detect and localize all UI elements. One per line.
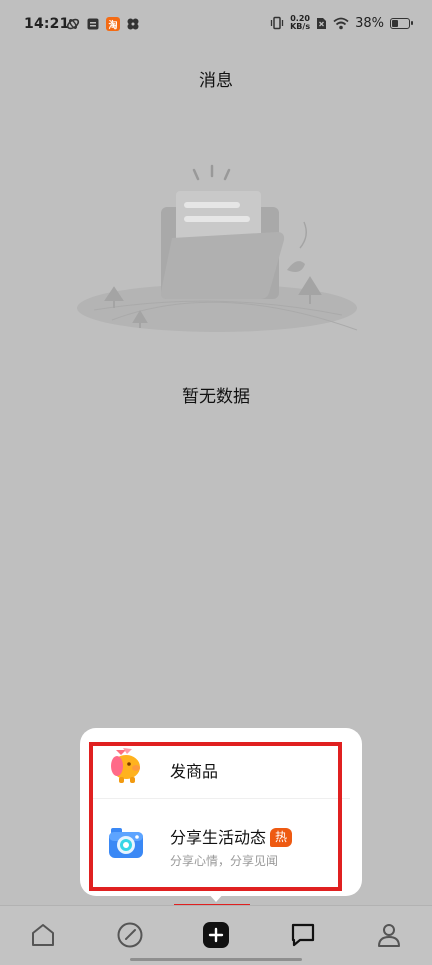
publish-popup-menu: 发商品 分享生活动态热 分享心情，分享见闻 [80,728,362,896]
network-speed: 0.20 KB/s [290,15,310,31]
share-life-title: 分享生活动态 [170,828,267,847]
hot-badge: 热 [270,828,293,847]
vibrate-icon [270,16,284,30]
bottom-navigation [0,905,432,965]
nav-messages[interactable] [288,920,318,950]
no-sim-icon [317,17,327,29]
net-speed-unit: KB/s [290,22,311,31]
empty-folder-illustration [77,164,358,332]
popup-arrow [207,892,225,902]
nav-publish[interactable] [201,920,231,950]
notification-icons: 淘 [66,17,140,31]
archive-app-icon [87,18,99,30]
battery-icon [390,17,413,29]
profile-icon [378,924,400,947]
nav-discover[interactable] [115,920,145,950]
share-life-label: 分享生活动态热 [170,824,293,848]
page-title: 消息 [199,71,233,91]
message-icon [291,923,315,947]
popup-divider [92,798,350,799]
nav-profile[interactable] [374,920,404,950]
post-product-label: 发商品 [170,762,219,781]
home-icon [32,924,54,946]
wifi-icon [333,17,349,29]
pig-gift-icon [111,748,140,783]
status-time: 14:21 [24,16,70,32]
nav-home[interactable] [28,920,58,950]
gesture-bar[interactable] [130,958,302,961]
share-life-item[interactable]: 分享生活动态热 分享心情，分享见闻 [80,800,362,890]
battery-fill [392,19,398,27]
post-product-item[interactable]: 发商品 [80,738,362,798]
status-right: 0.20 KB/s 38% [270,15,413,31]
discover-icon [117,922,143,948]
share-life-subtitle: 分享心情，分享见闻 [170,854,279,868]
publish-icon [203,922,229,948]
battery-percent: 38% [355,15,384,31]
status-bar: 14:21 淘 0.20 KB/s 38% [0,0,432,48]
fan-app-icon [127,18,139,30]
sync-app-icon [66,18,80,30]
taobao-app-icon: 淘 [106,17,120,31]
empty-state-text: 暂无数据 [182,387,250,407]
camera-icon [109,828,143,858]
